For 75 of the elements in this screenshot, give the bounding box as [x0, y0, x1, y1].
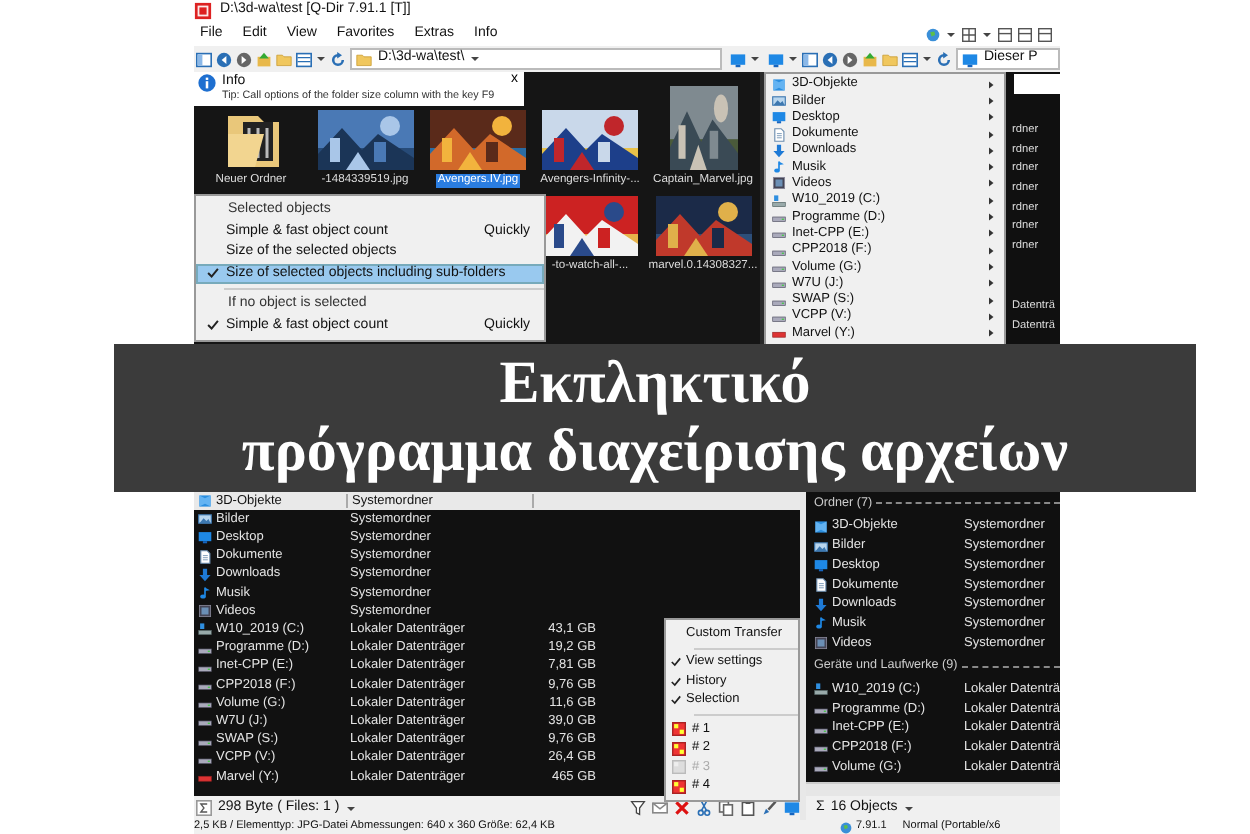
sum-icon[interactable]: [196, 800, 212, 816]
monitor-icon: [962, 51, 978, 67]
envelope-icon[interactable]: [652, 800, 668, 816]
brush-icon[interactable]: [762, 800, 778, 816]
view-icon[interactable]: [902, 51, 918, 67]
caret-icon[interactable]: [470, 54, 481, 64]
caret-icon[interactable]: [903, 803, 914, 813]
layout-icon[interactable]: [1038, 27, 1052, 41]
layout-icon[interactable]: [1018, 27, 1032, 41]
film-icon: [814, 636, 828, 650]
monitor-icon[interactable]: [730, 51, 746, 67]
globe-icon: [840, 821, 852, 833]
document-icon: [198, 549, 212, 564]
monitor-icon: [814, 558, 828, 573]
scrollbar[interactable]: [806, 782, 1060, 796]
picture-icon: [814, 539, 828, 554]
caret-icon[interactable]: [922, 54, 932, 64]
music-note-icon: [198, 586, 212, 601]
document-icon: [814, 577, 828, 592]
grid-icon: [672, 741, 686, 756]
back-icon[interactable]: [822, 51, 838, 67]
drive-icon: [814, 682, 828, 697]
music-note-icon: [772, 160, 786, 175]
music-note-icon: [814, 616, 828, 631]
cube-icon: [198, 494, 212, 509]
check-icon: [205, 318, 219, 333]
grid-icon[interactable]: [962, 27, 976, 41]
picture-icon: [198, 512, 212, 527]
caret-icon[interactable]: [316, 54, 326, 64]
drive-icon: [198, 622, 212, 637]
refresh-icon[interactable]: [330, 51, 346, 67]
globe-icon[interactable]: [926, 27, 940, 41]
monitor-icon[interactable]: [768, 51, 784, 67]
panel-icon[interactable]: [196, 51, 212, 67]
monitor-icon[interactable]: [784, 800, 800, 816]
folder-icon: [356, 51, 372, 67]
caret-icon[interactable]: [982, 29, 992, 39]
monitor-icon: [198, 530, 212, 545]
download-icon: [772, 143, 786, 158]
document-icon: [772, 127, 786, 142]
cube-icon: [814, 519, 828, 534]
grid-icon: [672, 760, 686, 775]
check-icon: [205, 266, 219, 281]
back-icon[interactable]: [216, 51, 232, 67]
forward-icon[interactable]: [236, 51, 252, 67]
clipboard-icon[interactable]: [740, 800, 756, 816]
drive-icon: [814, 740, 828, 755]
caret-icon[interactable]: [750, 54, 760, 64]
monitor-icon: [772, 110, 786, 125]
download-icon: [198, 567, 212, 582]
scissors-icon[interactable]: [696, 800, 712, 816]
drive-icon: [198, 696, 212, 711]
up-icon[interactable]: [256, 51, 272, 67]
delete-icon[interactable]: [674, 800, 690, 816]
banner-title: Εκπληκτικό: [499, 350, 811, 418]
up-icon[interactable]: [862, 51, 878, 67]
caret-icon[interactable]: [345, 803, 356, 813]
film-icon: [772, 176, 786, 191]
panel-icon[interactable]: [802, 51, 818, 67]
picture-icon: [772, 93, 786, 108]
film-icon: [198, 604, 212, 619]
caret-icon[interactable]: [788, 54, 798, 64]
funnel-icon[interactable]: [630, 800, 646, 816]
caret-icon[interactable]: [946, 29, 956, 39]
view-icon[interactable]: [296, 51, 312, 67]
drive-icon: [198, 714, 212, 729]
layout-icon[interactable]: [998, 27, 1012, 41]
copy-icon[interactable]: [718, 800, 734, 816]
banner-title: πρόγραμμα διαχείρισης αρχείων: [241, 418, 1069, 486]
forward-icon[interactable]: [842, 51, 858, 67]
refresh-icon[interactable]: [936, 51, 952, 67]
grid-icon: [672, 722, 686, 737]
download-icon: [814, 597, 828, 612]
grid-icon: [672, 779, 686, 794]
cube-icon: [772, 77, 786, 92]
